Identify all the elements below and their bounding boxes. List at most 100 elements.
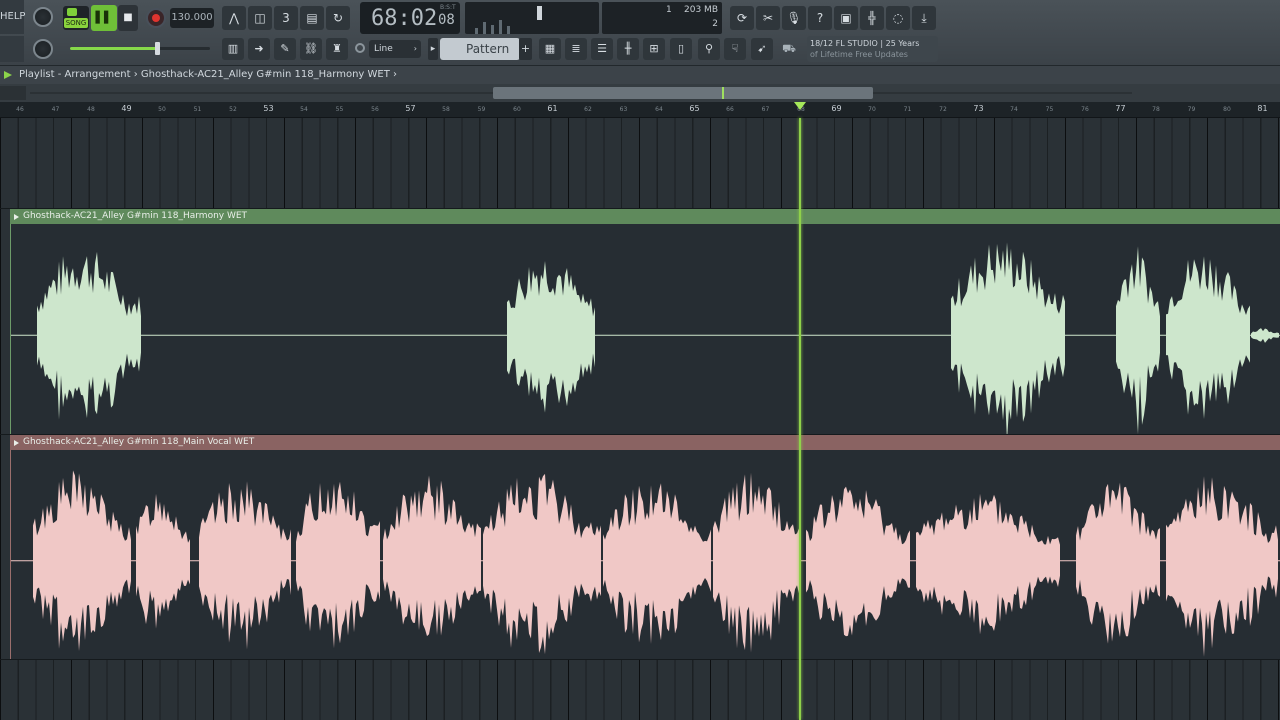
ruler-bar-number: 71 [903, 106, 912, 113]
snap-mode-select[interactable]: Line › [369, 40, 421, 58]
loop-record-icon[interactable]: ↻ [326, 6, 350, 30]
ruler-bar-number: 74 [1010, 106, 1018, 113]
ruler-bar-number: 60 [513, 106, 521, 113]
ruler-bar-number: 67 [761, 106, 770, 113]
shop-cart-icon[interactable]: ⛟ [780, 40, 798, 58]
clip-menu-icon[interactable] [14, 214, 19, 220]
master-pitch-knob[interactable] [33, 7, 53, 27]
playhead-line[interactable] [799, 118, 801, 720]
record-button[interactable] [146, 8, 166, 28]
monitor-bar [507, 26, 510, 34]
clip-title-bar[interactable]: Ghosthack-AC21_Alley G#min 118_Harmony W… [10, 209, 1280, 224]
channel-rack-window-icon[interactable]: ☰ [591, 38, 613, 60]
stop-button[interactable]: ■ [118, 5, 138, 31]
waveform-region [37, 251, 141, 420]
waveform-region [1166, 256, 1250, 419]
undo-history-icon[interactable]: ⟳ [730, 6, 754, 30]
audio-clip-harmony[interactable]: Ghosthack-AC21_Alley G#min 118_Harmony W… [10, 209, 1280, 434]
stamp-icon[interactable]: ♜ [326, 38, 348, 60]
monitor-bar [483, 22, 486, 34]
clip-name: Ghosthack-AC21_Alley G#min 118_Main Voca… [23, 437, 255, 447]
news-subline: of Lifetime Free Updates [810, 50, 908, 59]
master-volume-slider[interactable] [70, 42, 210, 55]
playlist-window-icon[interactable]: ▦ [539, 38, 561, 60]
countdown-icon[interactable]: 3 [274, 6, 298, 30]
ruler-bar-number: 61 [547, 104, 558, 113]
plugin-picker-icon[interactable]: ⚲ [698, 38, 720, 60]
master-volume-thumb[interactable] [154, 42, 160, 55]
wait-for-input-icon[interactable]: ◫ [248, 6, 272, 30]
link-icon[interactable]: ⛓ [300, 38, 322, 60]
download-icon[interactable]: ⤓ [912, 6, 936, 30]
scroll-position-marker [722, 87, 724, 99]
ruler-bar-number: 57 [405, 104, 416, 113]
piano-roll-window-icon[interactable]: ≣ [565, 38, 587, 60]
waveform-region [603, 483, 711, 644]
playlist-arrow-icon[interactable] [4, 71, 12, 79]
ruler-bar-number: 66 [726, 106, 734, 113]
help-button[interactable]: HELP [0, 0, 25, 34]
waveform [11, 242, 1280, 434]
ruler-bar-number: 81 [1257, 104, 1268, 113]
save-icon[interactable]: ▣ [834, 6, 858, 30]
fl-studio-window: HELP SONG ▌▌ ■ 130.000 ⋀ ◫ 3 ▤ ↻ 68:02 B… [0, 0, 1280, 720]
waveform-region [507, 261, 595, 413]
breadcrumb-clip[interactable]: Ghosthack-AC21_Alley G#min 118_Harmony W… [141, 69, 390, 80]
step-edit-icon[interactable]: ▤ [300, 6, 324, 30]
play-button[interactable]: ▌▌ [91, 5, 117, 31]
magnet-icon[interactable] [355, 43, 365, 53]
time-format-tag: B:S:T [440, 4, 456, 11]
memory-usage: 203 MB [684, 5, 718, 15]
ruler-bar-number: 56 [371, 106, 379, 113]
scroll-thumb[interactable] [493, 87, 873, 99]
cpu-polyphony: 1 [666, 5, 672, 15]
pattern-prev-icon[interactable]: ▸ [428, 38, 438, 60]
help-question-icon[interactable]: ? [808, 6, 832, 30]
waveform-region [951, 242, 1065, 434]
news-panel[interactable]: 18/12 FL STUDIO | 25 Years of Lifetime F… [807, 36, 938, 62]
microphone-icon[interactable]: 🎙 [782, 6, 806, 30]
plugin-tree-icon[interactable]: ⊞ [643, 38, 665, 60]
audio-clip-main-vocal[interactable]: Ghosthack-AC21_Alley G#min 118_Main Voca… [10, 435, 1280, 659]
timeline-ruler[interactable]: 46 47 48 49 50 51 52 53 54 55 56 57 58 59 60 61 62 63 64 65… [0, 102, 1280, 118]
touch-controller-icon[interactable]: ☟ [724, 38, 746, 60]
song-position-display[interactable]: 68:02 B:S:T 08 [360, 2, 460, 34]
cpu-memory-meter[interactable]: 1 203 MB 2 [602, 2, 722, 34]
waveform-region [1251, 328, 1279, 343]
ruler-bar-number: 70 [868, 106, 876, 113]
main-toolbar: HELP SONG ▌▌ ■ 130.000 ⋀ ◫ 3 ▤ ↻ 68:02 B… [0, 0, 1280, 78]
piano-keys-icon[interactable]: ▥ [222, 38, 244, 60]
breadcrumb-root[interactable]: Playlist - Arrangement [19, 69, 131, 80]
ruler-bar-number: 48 [87, 106, 95, 113]
ruler-bar-number: 65 [689, 104, 700, 113]
oscilloscope-monitor[interactable] [465, 2, 599, 34]
mixer-window-icon[interactable]: ╫ [617, 38, 639, 60]
playhead-marker-icon[interactable] [794, 102, 806, 110]
tempo-tapper-icon[interactable]: ➹ [751, 38, 773, 60]
clip-menu-icon[interactable] [14, 440, 19, 446]
waveform-region [383, 475, 481, 637]
tempo-display[interactable]: 130.000 [170, 8, 214, 28]
ruler-bar-number: 69 [831, 104, 842, 113]
news-headline: 18/12 FL STUDIO | 25 Years [810, 39, 920, 48]
arrow-right-icon[interactable]: ➜ [248, 38, 270, 60]
master-volume-knob[interactable] [33, 39, 53, 59]
ruler-bar-number: 52 [229, 106, 237, 113]
chat-icon[interactable]: ◌ [886, 6, 910, 30]
clip-title-bar[interactable]: Ghosthack-AC21_Alley G#min 118_Main Voca… [10, 435, 1280, 450]
horizontal-scroll [0, 84, 1280, 102]
pattern-song-toggle[interactable]: SONG [63, 6, 89, 30]
add-pattern-icon[interactable]: + [519, 38, 532, 60]
browser-icon[interactable]: ▯ [670, 38, 692, 60]
pattern-selector[interactable]: Pattern 1 [440, 38, 520, 78]
waveform-region [136, 493, 190, 629]
menu-toggle-button[interactable] [0, 36, 24, 62]
waveform-region [1116, 246, 1160, 434]
mixer-fader-icon[interactable]: ╬ [860, 6, 884, 30]
brush-icon[interactable]: ✎ [274, 38, 296, 60]
metronome-icon[interactable]: ⋀ [222, 6, 246, 30]
ruler-bar-number: 50 [158, 106, 166, 113]
scroll-left-button[interactable] [0, 86, 26, 100]
cut-icon[interactable]: ✂ [756, 6, 780, 30]
playlist-lanes[interactable]: Ghosthack-AC21_Alley G#min 118_Harmony W… [0, 118, 1280, 720]
